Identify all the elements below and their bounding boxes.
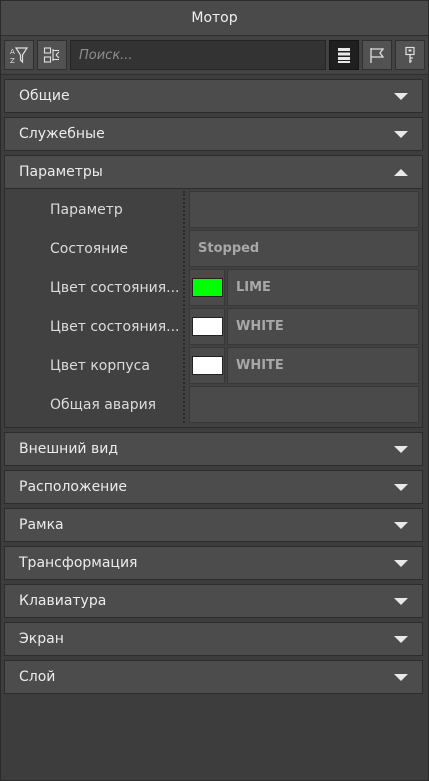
svg-text:A: A — [10, 48, 15, 56]
section-general[interactable]: Общие — [4, 79, 423, 113]
chevron-down-icon — [394, 130, 408, 138]
properties-panel: Мотор A Z Поиск... Общие Служебные Парам… — [0, 0, 429, 781]
color-value[interactable]: LIME — [227, 269, 419, 306]
list-view-button[interactable] — [329, 40, 359, 70]
key-button[interactable] — [395, 40, 425, 70]
property-row: Цвет состояния... LIME — [5, 269, 422, 306]
color-value[interactable]: WHITE — [227, 347, 419, 384]
section-label: Рамка — [19, 517, 64, 533]
section-params[interactable]: Параметры — [4, 155, 423, 189]
color-swatch — [191, 317, 223, 336]
section-keyboard[interactable]: Клавиатура — [4, 584, 423, 618]
property-name: Цвет состояния... — [5, 269, 185, 306]
chevron-down-icon — [394, 635, 408, 643]
search-input[interactable] — [70, 40, 326, 70]
property-name: Цвет состояния... — [5, 308, 185, 345]
sort-filter-icon: A Z — [10, 47, 28, 64]
section-position[interactable]: Расположение — [4, 470, 423, 504]
params-body: Параметр Состояние Stopped Цвет состояни… — [4, 189, 423, 428]
chevron-down-icon — [394, 597, 408, 605]
events-button[interactable] — [362, 40, 392, 70]
chevron-down-icon — [394, 521, 408, 529]
color-field: WHITE — [189, 347, 419, 384]
parameter-value[interactable] — [189, 191, 419, 228]
section-appearance[interactable]: Внешний вид — [4, 432, 423, 466]
property-row: Цвет состояния... WHITE — [5, 308, 422, 345]
section-label: Экран — [19, 631, 64, 647]
chevron-down-icon — [394, 673, 408, 681]
property-row: Параметр — [5, 191, 422, 228]
property-row: Общая авария — [5, 386, 422, 423]
state-value[interactable]: Stopped — [189, 230, 419, 267]
section-transform[interactable]: Трансформация — [4, 546, 423, 580]
section-label: Слой — [19, 669, 56, 685]
section-label: Служебные — [19, 126, 105, 142]
svg-text:Z: Z — [10, 57, 15, 64]
color-swatch-button[interactable] — [189, 308, 225, 345]
chevron-down-icon — [394, 445, 408, 453]
toolbar: A Z — [1, 36, 428, 75]
color-swatch-button[interactable] — [189, 347, 225, 384]
section-service[interactable]: Служебные — [4, 117, 423, 151]
panel-title: Мотор — [1, 1, 428, 36]
property-row: Состояние Stopped — [5, 230, 422, 267]
section-label: Общие — [19, 88, 70, 104]
chevron-up-icon — [394, 168, 408, 176]
color-swatch-button[interactable] — [189, 269, 225, 306]
section-label: Внешний вид — [19, 441, 119, 457]
color-field: WHITE — [189, 308, 419, 345]
list-view-icon — [338, 48, 350, 63]
property-name: Цвет корпуса — [5, 347, 185, 384]
property-name: Состояние — [5, 230, 185, 267]
collapse-all-button[interactable] — [37, 40, 67, 70]
section-label: Расположение — [19, 479, 128, 495]
section-screen[interactable]: Экран — [4, 622, 423, 656]
section-frame[interactable]: Рамка — [4, 508, 423, 542]
sort-filter-button[interactable]: A Z — [4, 40, 34, 70]
section-layer[interactable]: Слой — [4, 660, 423, 694]
color-field: LIME — [189, 269, 419, 306]
color-swatch — [191, 278, 223, 297]
chevron-down-icon — [394, 92, 408, 100]
color-swatch — [191, 356, 223, 375]
property-name: Параметр — [5, 191, 185, 228]
collapse-icon — [43, 47, 60, 63]
chevron-down-icon — [394, 483, 408, 491]
property-name: Общая авария — [5, 386, 185, 423]
flag-icon — [370, 48, 385, 63]
alarm-value[interactable] — [189, 386, 419, 423]
chevron-down-icon — [394, 559, 408, 567]
property-row: Цвет корпуса WHITE — [5, 347, 422, 384]
color-value[interactable]: WHITE — [227, 308, 419, 345]
section-label: Клавиатура — [19, 593, 107, 609]
section-label: Трансформация — [19, 555, 138, 571]
key-icon — [405, 46, 415, 63]
section-label: Параметры — [19, 164, 103, 180]
